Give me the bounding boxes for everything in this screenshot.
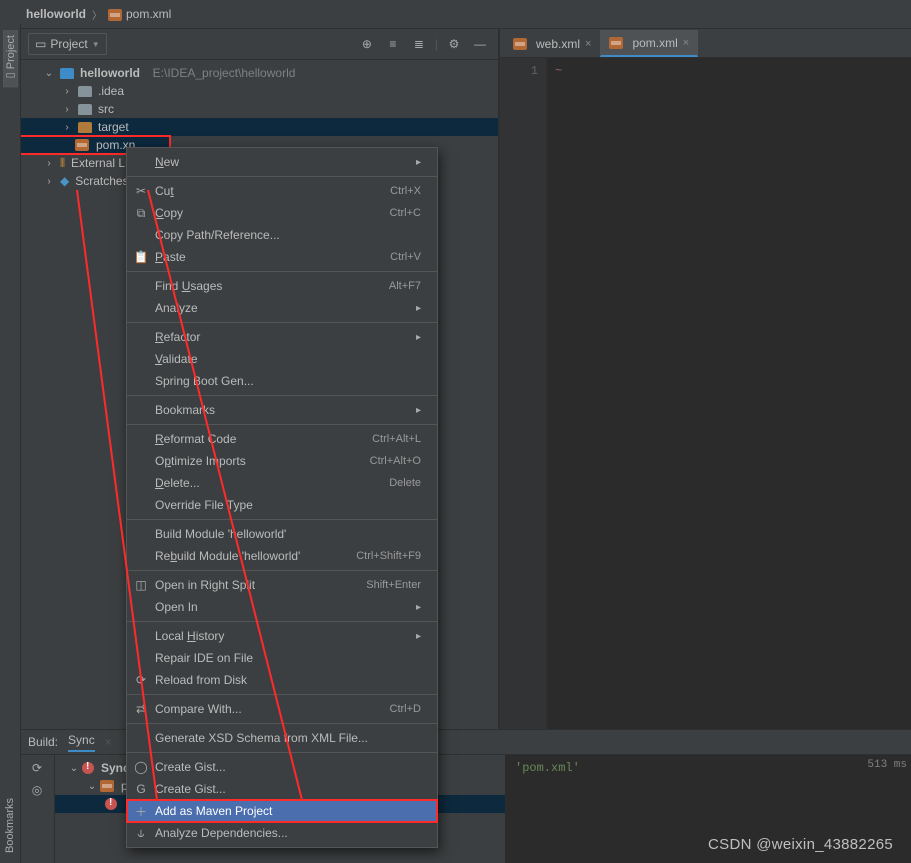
menu-item-spring-boot-gen[interactable]: Spring Boot Gen... — [127, 370, 437, 392]
xml-file-icon — [75, 139, 89, 151]
breadcrumb: helloworld 〉 pom.xml — [20, 0, 911, 29]
project-icon: ▭ — [35, 37, 46, 51]
scratches-icon: ◆ — [60, 174, 69, 188]
paste-icon: 📋 — [133, 250, 149, 264]
refresh-icon[interactable]: ⟳ — [32, 761, 42, 775]
menu-item-new[interactable]: New▸ — [127, 151, 437, 173]
project-pane-header: ▭ Project ▼ ⊕ ≡ ≣ | ⚙ — — [20, 29, 498, 60]
context-menu: New▸ ✂CutCtrl+X⧉CopyCtrl+CCopy Path/Refer… — [126, 147, 438, 848]
editor-tabs: web.xml× pom.xml× — [500, 29, 911, 58]
folder-icon — [78, 104, 92, 115]
expand-all-icon[interactable]: ≡ — [383, 34, 403, 54]
compare-icon: ⇄ — [133, 702, 149, 716]
build-output-text: 'pom.xml' — [515, 761, 580, 775]
tab-pom-xml[interactable]: pom.xml× — [600, 30, 698, 57]
reload-icon: ⟳ — [133, 673, 149, 687]
plus-icon: ＋ — [133, 803, 149, 820]
menu-item-compare-with[interactable]: ⇄Compare With...Ctrl+D — [127, 698, 437, 720]
scissors-icon: ✂ — [133, 184, 149, 198]
tree-folder-target[interactable]: ›target — [20, 118, 498, 136]
left-tool-strip: ▭ Project Bookmarks — [0, 24, 21, 863]
menu-item-rebuild-module-helloworld[interactable]: Rebuild Module 'helloworld'Ctrl+Shift+F9 — [127, 545, 437, 567]
watermark: CSDN @weixin_43882265 — [708, 836, 893, 853]
close-icon[interactable]: × — [585, 38, 591, 50]
menu-item-optimize-imports[interactable]: Optimize ImportsCtrl+Alt+O — [127, 450, 437, 472]
breadcrumb-root[interactable]: helloworld — [26, 7, 86, 21]
menu-item-bookmarks[interactable]: Bookmarks▸ — [127, 399, 437, 421]
locate-icon[interactable]: ⊕ — [357, 34, 377, 54]
editor-code[interactable]: ~ — [547, 58, 911, 729]
gear-icon[interactable]: ⚙ — [444, 34, 464, 54]
menu-item-build-module-helloworld[interactable]: Build Module 'helloworld' — [127, 523, 437, 545]
menu-item-cut[interactable]: ✂CutCtrl+X — [127, 180, 437, 202]
xml-file-icon — [609, 37, 623, 49]
error-icon — [82, 762, 94, 774]
tab-web-xml[interactable]: web.xml× — [504, 31, 600, 57]
build-toolbar: ⟳ ◎ — [20, 755, 55, 863]
menu-item-create-gist[interactable]: ◯Create Gist... — [127, 756, 437, 778]
error-icon — [105, 798, 117, 810]
sidebar-tab-bookmarks[interactable]: Bookmarks — [4, 794, 16, 857]
chevron-right-icon: 〉 — [92, 7, 102, 22]
menu-item-open-in[interactable]: Open In▸ — [127, 596, 437, 618]
menu-item-find-usages[interactable]: Find UsagesAlt+F7 — [127, 275, 437, 297]
close-icon[interactable]: × — [683, 37, 689, 49]
folder-icon — [78, 86, 92, 97]
menu-item-generate-xsd-schema-from-xml-file[interactable]: Generate XSD Schema from XML File... — [127, 727, 437, 749]
github-icon: ◯ — [133, 760, 149, 774]
collapse-all-icon[interactable]: ≣ — [409, 34, 429, 54]
menu-item-analyze-dependencies[interactable]: ⫝Analyze Dependencies... — [127, 822, 437, 844]
folder-icon — [78, 122, 92, 133]
breadcrumb-file[interactable]: pom.xml — [108, 7, 171, 21]
split-icon: ◫ — [133, 578, 149, 592]
chevron-down-icon: ▼ — [92, 40, 100, 49]
editor-area: web.xml× pom.xml× 1 ~ — [499, 29, 911, 729]
menu-item-refactor[interactable]: Refactor▸ — [127, 326, 437, 348]
menu-item-analyze[interactable]: Analyze▸ — [127, 297, 437, 319]
menu-item-repair-ide-on-file[interactable]: Repair IDE on File — [127, 647, 437, 669]
xml-file-icon — [513, 38, 527, 50]
target-icon[interactable]: ◎ — [32, 783, 42, 797]
menu-item-delete[interactable]: Delete...Delete — [127, 472, 437, 494]
build-time: 513 ms — [867, 759, 907, 771]
tree-folder-idea[interactable]: ›.idea — [20, 82, 498, 100]
gitee-icon: G — [133, 782, 149, 796]
build-tab-sync[interactable]: Sync — [68, 733, 95, 752]
menu-item-paste[interactable]: 📋PasteCtrl+V — [127, 246, 437, 268]
hide-icon[interactable]: — — [470, 34, 490, 54]
menu-item-reformat-code[interactable]: Reformat CodeCtrl+Alt+L — [127, 428, 437, 450]
editor-gutter: 1 — [500, 58, 547, 729]
chart-icon: ⫝ — [133, 826, 149, 841]
menu-item-open-in-right-split[interactable]: ◫Open in Right SplitShift+Enter — [127, 574, 437, 596]
xml-file-icon — [100, 780, 114, 792]
tree-folder-src[interactable]: ›src — [20, 100, 498, 118]
module-icon — [60, 68, 74, 79]
tree-project-root[interactable]: ⌄ helloworld E:\IDEA_project\helloworld — [20, 64, 498, 82]
sidebar-tab-project[interactable]: ▭ Project — [3, 30, 18, 87]
menu-item-validate[interactable]: Validate — [127, 348, 437, 370]
menu-item-copy[interactable]: ⧉CopyCtrl+C — [127, 202, 437, 224]
build-title: Build: — [28, 735, 58, 749]
menu-item-local-history[interactable]: Local History▸ — [127, 625, 437, 647]
menu-item-override-file-type[interactable]: Override File Type — [127, 494, 437, 516]
libraries-icon: ⫴ — [60, 156, 65, 171]
menu-item-add-as-maven-project[interactable]: ＋Add as Maven Project — [127, 800, 437, 822]
copy-icon: ⧉ — [133, 206, 149, 221]
menu-item-reload-from-disk[interactable]: ⟳Reload from Disk — [127, 669, 437, 691]
project-view-selector[interactable]: ▭ Project ▼ — [28, 33, 107, 55]
menu-item-create-gist[interactable]: GCreate Gist... — [127, 778, 437, 800]
menu-item-copy-path-reference[interactable]: Copy Path/Reference... — [127, 224, 437, 246]
